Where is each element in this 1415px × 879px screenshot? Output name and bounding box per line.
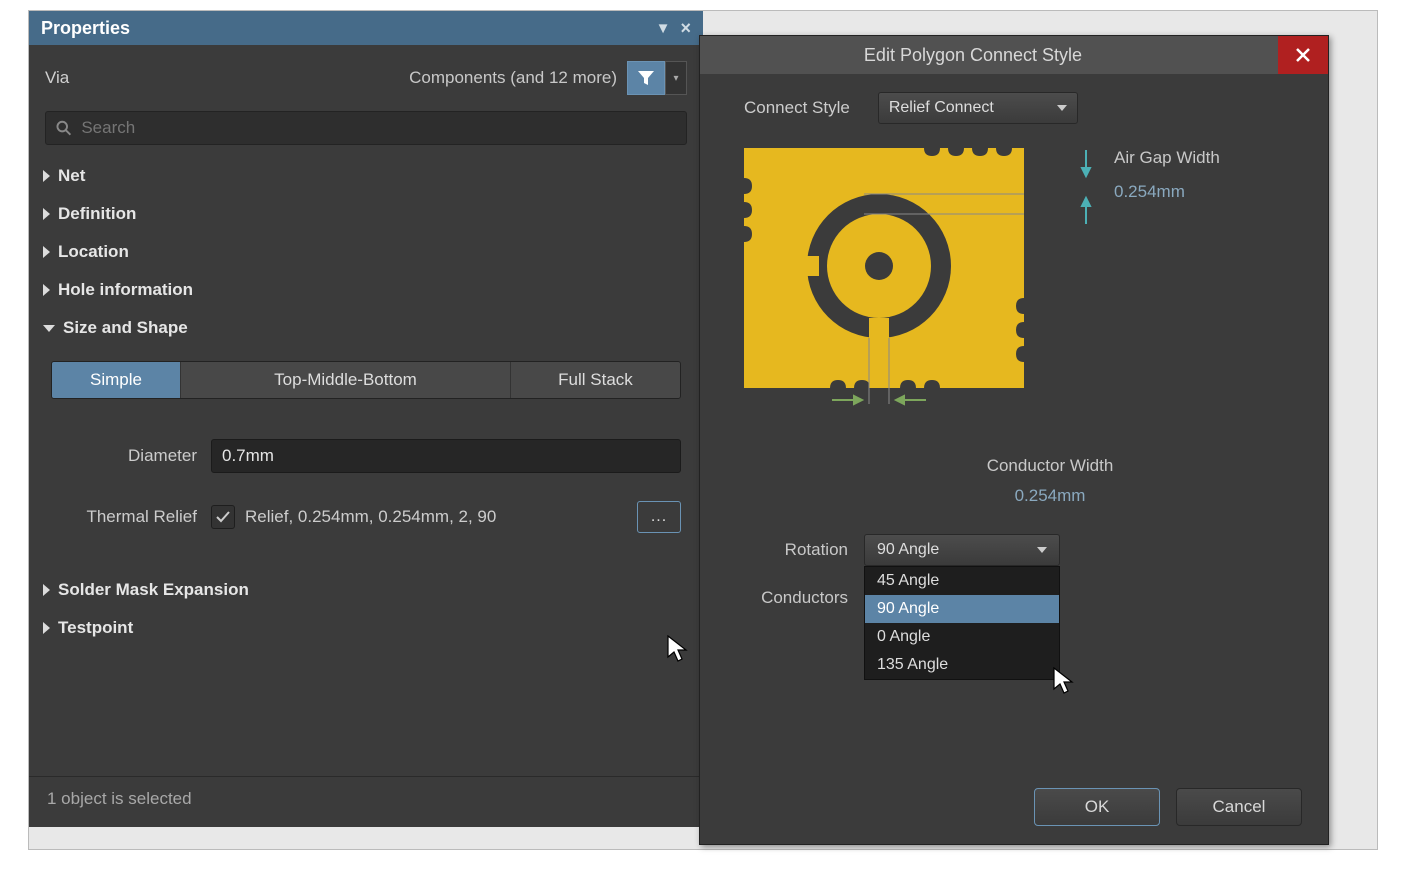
section-definition[interactable]: Definition bbox=[29, 195, 703, 233]
funnel-icon bbox=[637, 70, 655, 86]
connect-style-select[interactable]: Relief Connect bbox=[878, 92, 1078, 124]
caret-right-icon bbox=[43, 622, 50, 634]
object-type-label: Via bbox=[45, 68, 69, 88]
chevron-down-icon bbox=[1037, 547, 1047, 553]
filter-dropdown-button[interactable]: ▾ bbox=[665, 61, 687, 95]
section-net-label: Net bbox=[58, 166, 85, 186]
caret-down-icon bbox=[43, 325, 55, 332]
rotation-option-90[interactable]: 90 Angle bbox=[865, 595, 1059, 623]
check-icon bbox=[216, 511, 230, 523]
section-hole-label: Hole information bbox=[58, 280, 193, 300]
connect-preview bbox=[744, 148, 1024, 408]
connect-style-row: Connect Style Relief Connect bbox=[744, 92, 1284, 124]
caret-right-icon bbox=[43, 208, 50, 220]
rotation-select[interactable]: 90 Angle bbox=[864, 534, 1060, 566]
properties-panel: Properties ▼ × Via Components (and 12 mo… bbox=[29, 11, 703, 827]
connect-style-value: Relief Connect bbox=[889, 99, 994, 117]
search-icon bbox=[56, 120, 71, 136]
rotation-option-0[interactable]: 0 Angle bbox=[865, 623, 1059, 651]
diameter-input[interactable] bbox=[211, 439, 681, 473]
dialog-title: Edit Polygon Connect Style bbox=[712, 45, 1278, 66]
air-gap-width-label: Air Gap Width bbox=[1114, 148, 1220, 168]
search-input[interactable] bbox=[81, 118, 676, 138]
rotation-value: 90 Angle bbox=[877, 541, 939, 559]
panel-footer: 1 object is selected bbox=[29, 776, 703, 827]
conductor-width-value: 0.254mm bbox=[870, 486, 1230, 506]
tab-full-stack[interactable]: Full Stack bbox=[510, 362, 680, 398]
edit-polygon-connect-dialog: Edit Polygon Connect Style Connect Style… bbox=[699, 35, 1329, 845]
diameter-label: Diameter bbox=[51, 446, 211, 466]
thermal-relief-label: Thermal Relief bbox=[51, 507, 211, 527]
close-icon[interactable]: × bbox=[680, 18, 691, 39]
panel-title: Properties bbox=[41, 18, 130, 39]
section-hole-information[interactable]: Hole information bbox=[29, 271, 703, 309]
search-box[interactable] bbox=[45, 111, 687, 145]
ok-button[interactable]: OK bbox=[1034, 788, 1160, 826]
air-gap-arrows-icon bbox=[1074, 148, 1098, 226]
section-size-and-shape[interactable]: Size and Shape bbox=[29, 309, 703, 347]
chevron-down-icon bbox=[1057, 105, 1067, 111]
caret-right-icon bbox=[43, 584, 50, 596]
rotation-option-45[interactable]: 45 Angle bbox=[865, 567, 1059, 595]
dropdown-icon[interactable]: ▼ bbox=[656, 20, 671, 37]
stack-mode-tabs: Simple Top-Middle-Bottom Full Stack bbox=[51, 361, 681, 399]
section-testpoint-label: Testpoint bbox=[58, 618, 133, 638]
thermal-relief-edit-button[interactable]: ... bbox=[637, 501, 681, 533]
conductor-width-label: Conductor Width bbox=[870, 456, 1230, 476]
conductors-label: Conductors bbox=[744, 588, 864, 608]
caret-right-icon bbox=[43, 284, 50, 296]
filter-button[interactable] bbox=[627, 61, 665, 95]
dialog-close-button[interactable] bbox=[1278, 36, 1328, 74]
dialog-titlebar[interactable]: Edit Polygon Connect Style bbox=[700, 36, 1328, 74]
app-frame: Properties ▼ × Via Components (and 12 mo… bbox=[28, 10, 1378, 850]
rotation-label: Rotation bbox=[744, 540, 864, 560]
panel-titlebar: Properties ▼ × bbox=[29, 11, 703, 45]
thermal-relief-checkbox[interactable] bbox=[211, 505, 235, 529]
tab-simple[interactable]: Simple bbox=[52, 362, 180, 398]
section-net[interactable]: Net bbox=[29, 157, 703, 195]
caret-right-icon bbox=[43, 170, 50, 182]
section-definition-label: Definition bbox=[58, 204, 136, 224]
cancel-button[interactable]: Cancel bbox=[1176, 788, 1302, 826]
object-type-row: Via Components (and 12 more) ▾ bbox=[29, 45, 703, 109]
caret-right-icon bbox=[43, 246, 50, 258]
thermal-relief-value: Relief, 0.254mm, 0.254mm, 2, 90 bbox=[245, 507, 496, 527]
rotation-option-135[interactable]: 135 Angle bbox=[865, 651, 1059, 679]
connect-style-label: Connect Style bbox=[744, 98, 850, 118]
rotation-dropdown-list: 45 Angle 90 Angle 0 Angle 135 Angle bbox=[864, 566, 1060, 680]
close-icon bbox=[1296, 48, 1310, 62]
context-filter-label: Components (and 12 more) bbox=[409, 68, 617, 88]
section-solder-label: Solder Mask Expansion bbox=[58, 580, 249, 600]
selection-status: 1 object is selected bbox=[47, 789, 192, 808]
air-gap-width-value: 0.254mm bbox=[1114, 182, 1220, 202]
section-location[interactable]: Location bbox=[29, 233, 703, 271]
section-testpoint[interactable]: Testpoint bbox=[29, 609, 703, 647]
section-location-label: Location bbox=[58, 242, 129, 262]
section-size-shape-label: Size and Shape bbox=[63, 318, 188, 338]
section-solder-mask[interactable]: Solder Mask Expansion bbox=[29, 571, 703, 609]
size-shape-body: Simple Top-Middle-Bottom Full Stack Diam… bbox=[29, 347, 703, 553]
tab-top-middle-bottom[interactable]: Top-Middle-Bottom bbox=[180, 362, 510, 398]
